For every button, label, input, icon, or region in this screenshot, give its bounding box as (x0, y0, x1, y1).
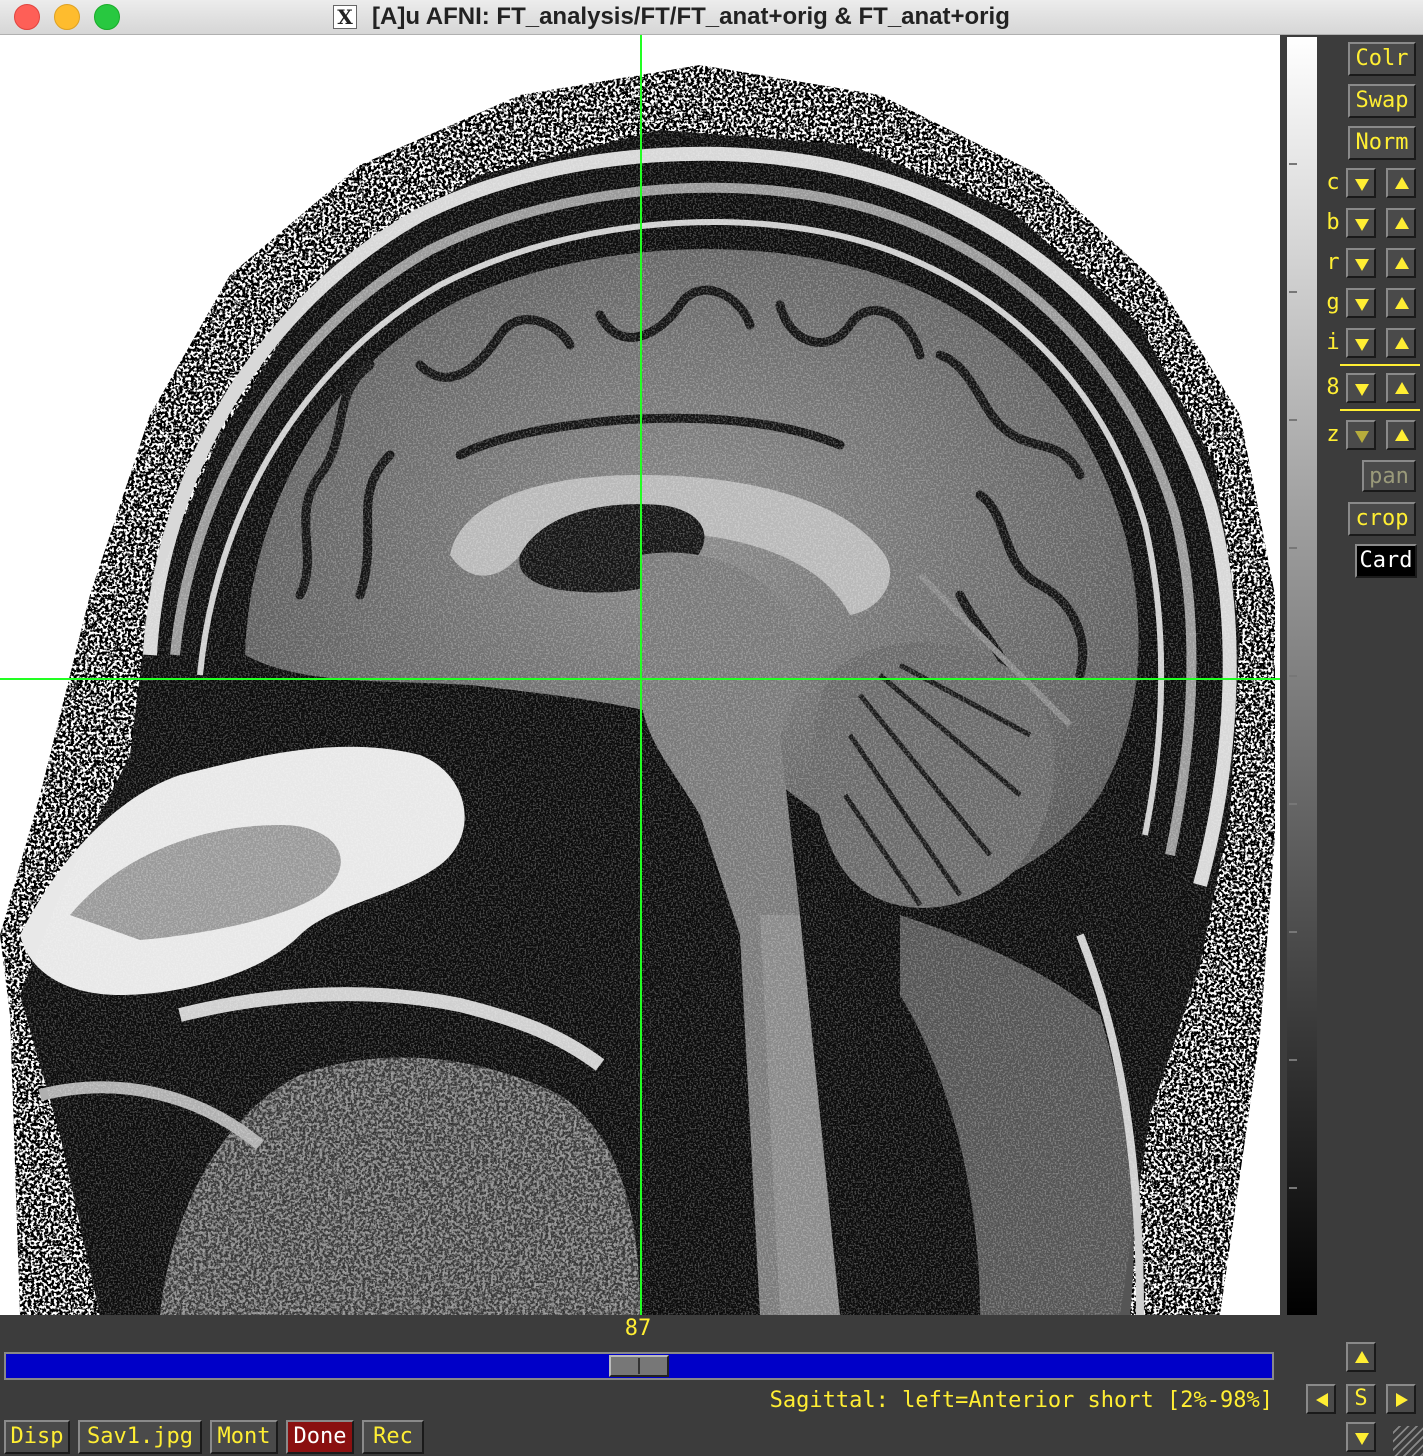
swap-button[interactable]: Swap (1348, 84, 1416, 118)
x11-icon: X (333, 5, 357, 29)
image-fraction-down-arrow-icon[interactable] (1346, 328, 1376, 358)
contrast-label: c (1326, 170, 1340, 195)
slice-number: 87 (624, 1316, 652, 1341)
colorbar-tick (1289, 163, 1297, 165)
rotate-down-arrow-icon[interactable] (1346, 248, 1376, 278)
colorbar-tick (1289, 931, 1297, 933)
nav-up-arrow-icon[interactable] (1346, 1342, 1376, 1372)
image-viewport[interactable] (0, 35, 1280, 1315)
separator-line (1340, 409, 1420, 411)
colorbar-tick (1289, 547, 1297, 549)
colorbar-tick (1289, 1059, 1297, 1061)
rec-button[interactable]: Rec (362, 1420, 424, 1454)
window-minimize-button[interactable] (54, 4, 80, 30)
save-button[interactable]: Sav1.jpg (78, 1420, 202, 1454)
colorbar-tick (1289, 803, 1297, 805)
image-fraction-up-arrow-icon[interactable] (1386, 328, 1416, 358)
brightness-label: b (1326, 210, 1340, 235)
opacity-label: 8 (1326, 375, 1340, 400)
rotate-up-arrow-icon[interactable] (1386, 248, 1416, 278)
window-close-button[interactable] (14, 4, 40, 30)
gamma-down-arrow-icon[interactable] (1346, 288, 1376, 318)
slice-slider[interactable] (4, 1352, 1274, 1380)
resize-grip[interactable] (1393, 1426, 1423, 1456)
disp-button[interactable]: Disp (4, 1420, 70, 1454)
colorbar-tick (1289, 1187, 1297, 1189)
zoom-label: z (1326, 422, 1340, 447)
nav-right-arrow-icon[interactable] (1386, 1384, 1416, 1414)
mont-button[interactable]: Mont (210, 1420, 278, 1454)
brightness-up-arrow-icon[interactable] (1386, 208, 1416, 238)
done-button[interactable]: Done (286, 1420, 354, 1454)
window-title: [A]u AFNI: FT_analysis/FT/FT_anat+orig &… (372, 3, 1010, 30)
nav-s-button[interactable]: S (1346, 1384, 1376, 1414)
crop-button[interactable]: crop (1348, 502, 1416, 536)
brightness-down-arrow-icon[interactable] (1346, 208, 1376, 238)
gamma-label: g (1326, 290, 1340, 315)
pan-button[interactable]: pan (1362, 460, 1416, 492)
opacity-up-arrow-icon[interactable] (1386, 373, 1416, 403)
nav-down-arrow-icon[interactable] (1346, 1422, 1376, 1452)
separator-line (1340, 364, 1420, 366)
norm-button[interactable]: Norm (1348, 126, 1416, 160)
rotate-label: r (1326, 250, 1340, 275)
zoom-up-arrow-icon[interactable] (1386, 420, 1416, 450)
contrast-up-arrow-icon[interactable] (1386, 168, 1416, 198)
title-bar: X [A]u AFNI: FT_analysis/FT/FT_anat+orig… (0, 0, 1423, 35)
zoom-down-arrow-icon[interactable] (1346, 420, 1376, 450)
colorbar-tick (1289, 675, 1297, 677)
card-button[interactable]: Card (1355, 544, 1417, 578)
colorbar-tick (1289, 419, 1297, 421)
colorbar-tick (1289, 291, 1297, 293)
nav-left-arrow-icon[interactable] (1306, 1384, 1336, 1414)
crosshair-vertical (640, 35, 642, 1315)
image-fraction-label: i (1326, 330, 1340, 355)
window-maximize-button[interactable] (94, 4, 120, 30)
gamma-up-arrow-icon[interactable] (1386, 288, 1416, 318)
colr-button[interactable]: Colr (1348, 42, 1416, 76)
opacity-down-arrow-icon[interactable] (1346, 373, 1376, 403)
status-text: Sagittal: left=Anterior short [2%-98%] (769, 1388, 1273, 1413)
slice-slider-thumb[interactable] (609, 1355, 669, 1377)
contrast-down-arrow-icon[interactable] (1346, 168, 1376, 198)
